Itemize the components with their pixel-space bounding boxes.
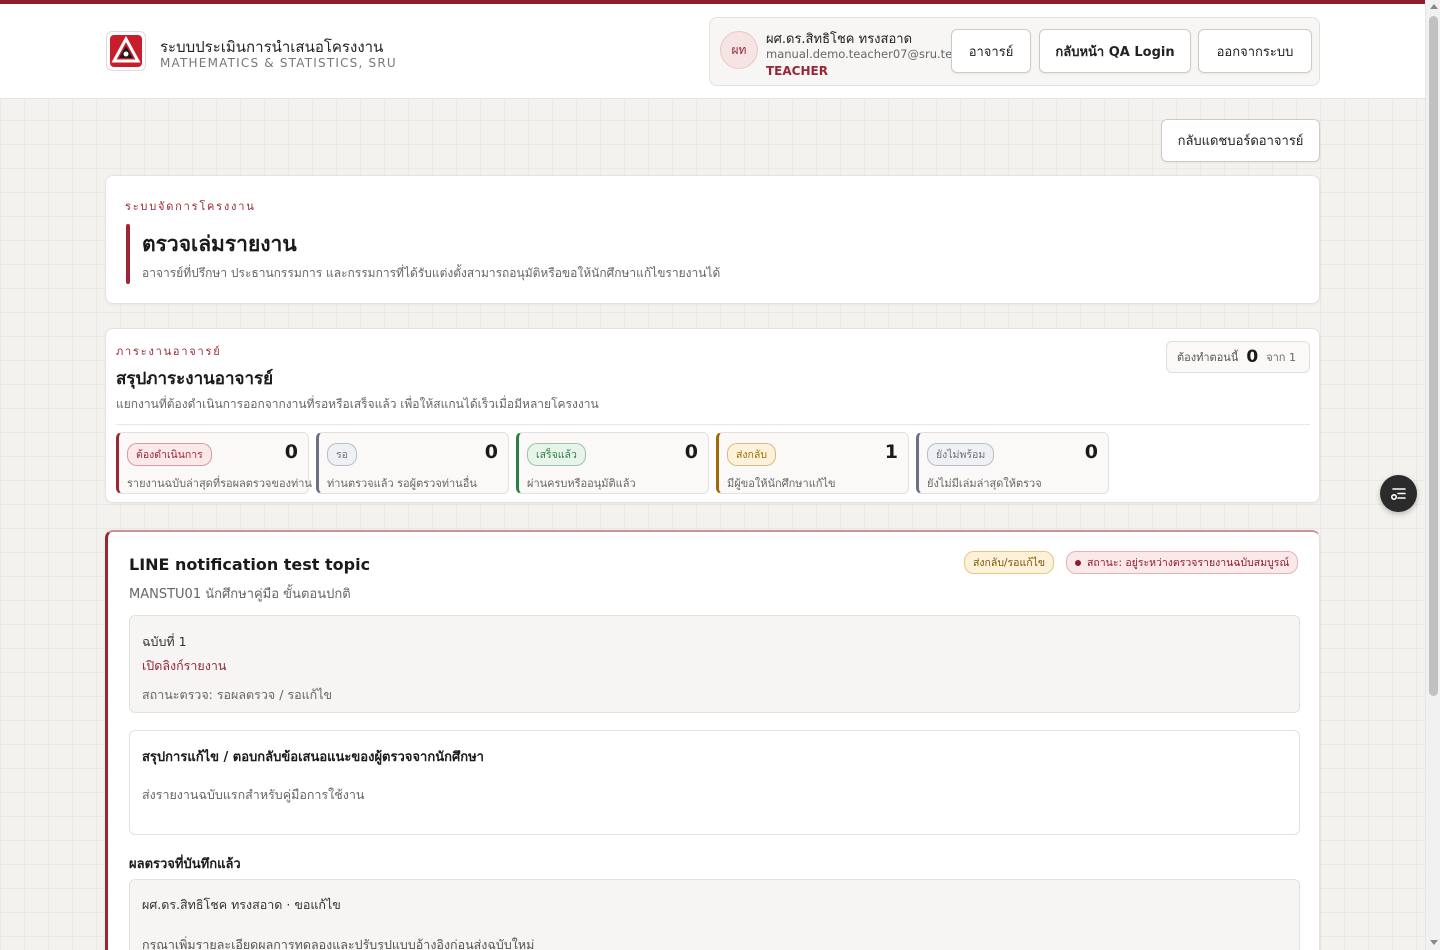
workload-card: ภาระงานอาจารย์ สรุปภาระงานอาจารย์ แยกงาน… — [105, 328, 1320, 503]
stat-badge: รอ — [327, 443, 357, 466]
logo-icon — [110, 35, 142, 67]
scroll-down-icon[interactable] — [1430, 940, 1438, 945]
back-to-dashboard-button[interactable]: กลับแดชบอร์ดอาจารย์ — [1161, 119, 1320, 162]
app-logo[interactable] — [106, 31, 146, 71]
user-panel: ผท ผศ.ดร.สิทธิโชค ทรงสอาด manual.demo.te… — [709, 17, 1320, 86]
todo-value: 0 — [1246, 347, 1259, 367]
stat-value: 0 — [1084, 441, 1098, 463]
scroll-thumb[interactable] — [1429, 16, 1438, 696]
project-student: MANSTU01 นักศึกษาคู่มือ ขั้นตอนปกติ — [129, 587, 351, 602]
review-item: ผศ.ดร.สิทธิโชค ทรงสอาด · ขอแก้ไข กรุณาเพ… — [129, 879, 1300, 950]
stat-card-returned[interactable]: ส่งกลับ 1 มีผู้ขอให้นักศึกษาแก้ไข — [716, 432, 909, 494]
stat-card-not-ready[interactable]: ยังไม่พร้อม 0 ยังไม่มีเล่มล่าสุดให้ตรวจ — [916, 432, 1109, 494]
stat-badge: ยังไม่พร้อม — [927, 443, 995, 466]
project-title: LINE notification test topic — [129, 555, 371, 574]
stat-description: ยังไม่มีเล่มล่าสุดให้ตรวจ — [927, 477, 1042, 490]
user-email: manual.demo.teacher07@sru.test — [766, 47, 963, 61]
review-status: สถานะตรวจ: รอผลตรวจ / รอแก้ไข — [142, 687, 333, 702]
app-subtitle: MATHEMATICS & STATISTICS, SRU — [160, 56, 397, 70]
stat-badge: เสร็จแล้ว — [527, 443, 586, 466]
stat-value: 0 — [484, 441, 498, 463]
logout-button[interactable]: ออกจากระบบ — [1198, 29, 1312, 73]
page-header-card: ระบบจัดการโครงงาน ตรวจเล่มรายงาน อาจารย์… — [105, 175, 1320, 304]
stat-description: ท่านตรวจแล้ว รอผู้ตรวจท่านอื่น — [327, 477, 477, 490]
workload-title: สรุปภาระงานอาจารย์ — [116, 369, 274, 389]
review-author: ผศ.ดร.สิทธิโชค ทรงสอาด · ขอแก้ไข — [142, 897, 341, 912]
list-menu-icon — [1390, 487, 1406, 500]
stat-value: 0 — [684, 441, 698, 463]
stat-badge: ต้องดำเนินการ — [127, 443, 212, 466]
todo-label: ต้องทำตอนนี้ — [1177, 351, 1239, 364]
todo-total: จาก 1 — [1266, 351, 1296, 364]
app-header: ระบบประเมินการนำเสนอโครงงาน MATHEMATICS … — [0, 4, 1425, 99]
user-role: TEACHER — [766, 64, 828, 78]
scroll-up-icon[interactable] — [1430, 4, 1438, 9]
page-description: อาจารย์ที่ปรึกษา ประธานกรรมการ และกรรมกา… — [142, 266, 721, 280]
stat-card-action-needed[interactable]: ต้องดำเนินการ 0 รายงานฉบับล่าสุดที่รอผลต… — [116, 432, 312, 494]
divider — [116, 424, 1310, 425]
stat-card-done[interactable]: เสร็จแล้ว 0 ผ่านครบหรืออนุมัติแล้ว — [516, 432, 709, 494]
page-title: ตรวจเล่มรายงาน — [142, 232, 297, 256]
floating-menu-button[interactable] — [1380, 475, 1417, 512]
return-tag: ส่งกลับ/รอแก้ไข — [964, 551, 1055, 574]
stat-value: 1 — [884, 441, 898, 463]
revision-summary-text: ส่งรายงานฉบับแรกสำหรับคู่มือการใช้งาน — [142, 787, 365, 802]
stat-badge: ส่งกลับ — [727, 443, 776, 466]
stat-card-waiting[interactable]: รอ 0 ท่านตรวจแล้ว รอผู้ตรวจท่านอื่น — [316, 432, 509, 494]
accent-bar — [126, 224, 130, 284]
todo-counter: ต้องทำตอนนี้ 0 จาก 1 — [1166, 341, 1310, 373]
stat-description: ผ่านครบหรืออนุมัติแล้ว — [527, 477, 636, 490]
stat-value: 0 — [284, 441, 298, 463]
reviews-title: ผลตรวจที่บันทึกแล้ว — [129, 857, 241, 872]
revision-summary-panel: สรุปการแก้ไข / ตอบกลับข้อเสนอแนะของผู้ตร… — [129, 730, 1300, 835]
project-card: LINE notification test topic MANSTU01 นั… — [105, 530, 1320, 950]
avatar: ผท — [720, 31, 758, 69]
status-text: สถานะ: อยู่ระหว่างตรวจรายงานฉบับสมบูรณ์ — [1087, 557, 1290, 569]
version-panel: ฉบับที่ 1 เปิดลิงก์รายงาน สถานะตรวจ: รอผ… — [129, 615, 1300, 713]
version-label: ฉบับที่ 1 — [142, 634, 187, 649]
status-dot-icon — [1075, 559, 1081, 566]
page-scrollbar[interactable] — [1425, 0, 1440, 950]
open-report-link[interactable]: เปิดลิงก์รายงาน — [142, 656, 226, 676]
stat-description: รายงานฉบับล่าสุดที่รอผลตรวจของท่าน — [127, 477, 312, 490]
status-badge: สถานะ: อยู่ระหว่างตรวจรายงานฉบับสมบูรณ์ — [1066, 551, 1299, 574]
stat-description: มีผู้ขอให้นักศึกษาแก้ไข — [727, 477, 836, 490]
review-text: กรุณาเพิ่มรายละเอียดผลการทดลองและปรับรูป… — [142, 937, 535, 950]
qa-login-button[interactable]: กลับหน้า QA Login — [1039, 29, 1191, 73]
revision-summary-title: สรุปการแก้ไข / ตอบกลับข้อเสนอแนะของผู้ตร… — [142, 750, 484, 765]
workload-description: แยกงานที่ต้องดำเนินการออกจากงานที่รอหรือ… — [116, 397, 599, 411]
teacher-button[interactable]: อาจารย์ — [951, 29, 1031, 73]
page-eyebrow: ระบบจัดการโครงงาน — [125, 200, 256, 213]
workload-eyebrow: ภาระงานอาจารย์ — [116, 345, 222, 358]
user-name: ผศ.ดร.สิทธิโชค ทรงสอาด — [766, 32, 913, 47]
